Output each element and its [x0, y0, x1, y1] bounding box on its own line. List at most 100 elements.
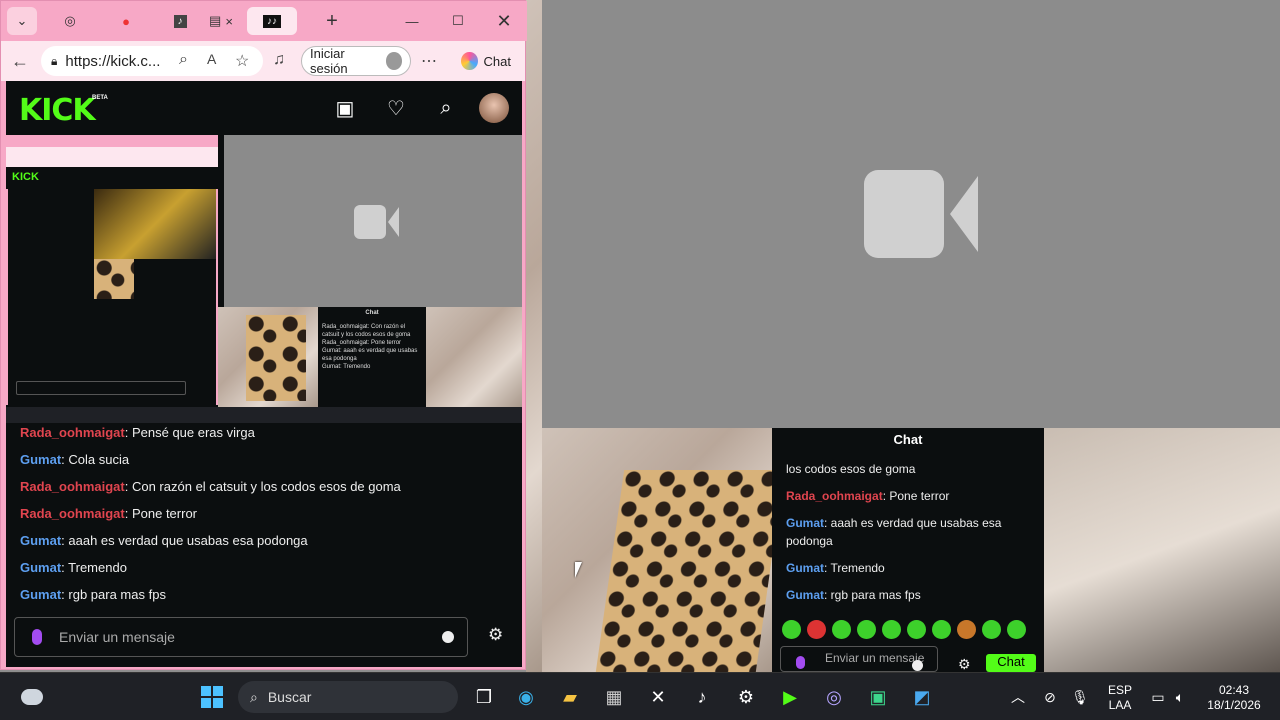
chat-message: Gumat: aaah es verdad que usabas esa pod… [20, 533, 308, 548]
emote-icon[interactable] [982, 620, 1001, 639]
chat-username[interactable]: Gumat [20, 452, 61, 467]
close-window-button[interactable]: ✕ [489, 7, 519, 35]
more-options-icon[interactable]: ⋯ [421, 51, 437, 71]
kick-app-icon[interactable]: ▶ [776, 683, 804, 711]
emote-icon[interactable] [907, 620, 926, 639]
zoom-icon[interactable]: ⌕ [179, 51, 188, 69]
emote-icon[interactable] [932, 620, 951, 639]
chat-text: : Pone terror [124, 506, 198, 521]
desktop: Chat los codos esos de goma Rada_oohmaig… [0, 0, 1280, 720]
following-icon[interactable]: ▣ [332, 95, 358, 121]
emote-icon[interactable] [857, 620, 876, 639]
sign-in-button[interactable]: Iniciar sesión [301, 46, 411, 76]
search-icon[interactable]: ⌕ [433, 95, 459, 121]
url-field[interactable]: 🔒︎ https://kick.c... [41, 46, 263, 76]
microphone-tray-icon[interactable]: 🎙︎ [1066, 683, 1094, 711]
network-off-icon[interactable]: ⊘ [1036, 683, 1064, 711]
right-chat-send-button[interactable]: Chat [986, 654, 1036, 672]
mini-chat-line: Gumat: aaah es verdad que usabas esa pod… [322, 348, 418, 362]
video-camera-lens-icon [950, 176, 978, 252]
task-view-icon[interactable]: ❐ [470, 683, 498, 711]
tab-tiktok[interactable]: ♪ [165, 7, 195, 35]
right-chat-text: los codos esos de goma [786, 462, 916, 476]
discord-icon[interactable]: ▣ [864, 683, 892, 711]
tiktok-icon[interactable]: ♪ [688, 683, 716, 711]
embedded-photo-right [426, 307, 522, 407]
background-photo-left [526, 0, 542, 672]
maximize-button[interactable]: ☐ [443, 7, 473, 35]
user-avatar[interactable] [479, 93, 509, 123]
emote-icon[interactable] [832, 620, 851, 639]
leopard-print-photo [595, 470, 785, 672]
right-chat-settings-icon[interactable]: ⚙ [958, 656, 971, 673]
favorite-star-icon[interactable]: ☆ [235, 51, 249, 71]
paint-icon[interactable]: ◩ [908, 683, 936, 711]
chat-text: : rgb para mas fps [61, 587, 166, 602]
edge-icon[interactable]: ◉ [512, 683, 540, 711]
tab-reddit[interactable]: ● [111, 7, 141, 35]
language-indicator[interactable]: ESP LAA [1104, 683, 1136, 713]
store-icon[interactable]: ▦ [600, 683, 628, 711]
file-explorer-icon[interactable]: ▰ [556, 683, 584, 711]
microphone-icon[interactable] [32, 629, 42, 645]
chat-settings-icon[interactable]: ⚙ [488, 625, 503, 645]
mini-chat-panel: Chat Rada_oohmaigat: Con razón el catsui… [318, 307, 426, 407]
right-chat-username[interactable]: Gumat [786, 561, 824, 575]
x-app-icon[interactable]: ✕ [644, 683, 672, 711]
background-photo-right [1044, 428, 1280, 672]
right-chat-input-placeholder: Enviar un mensaje [825, 651, 925, 665]
emoji-icon[interactable] [442, 631, 454, 643]
heart-icon[interactable]: ♡ [383, 95, 409, 121]
search-icon: ⌕ [250, 688, 258, 705]
chat-input-placeholder: Enviar un mensaje [59, 629, 175, 645]
emote-icon[interactable] [807, 620, 826, 639]
chat-message: Rada_oohmaigat: Pone terror [20, 506, 197, 521]
emote-icon[interactable] [782, 620, 801, 639]
reddit-icon: ● [122, 13, 130, 29]
taskbar: ⌕ Buscar ❐ ◉ ▰ ▦ ✕ ♪ ⚙ ▶ ◎ ▣ ◩ ︿ ⊘ 🎙︎ ES… [0, 672, 1280, 720]
right-chat-mic-icon[interactable] [796, 656, 805, 669]
chat-username[interactable]: Rada_oohmaigat [20, 479, 125, 494]
right-chat-line-2: Gumat: aaah es verdad que usabas esa pod… [786, 514, 1026, 550]
taskbar-search-label: Buscar [267, 689, 312, 705]
copilot-chat-button[interactable]: Chat [453, 46, 519, 76]
right-chat-username[interactable]: Gumat [786, 516, 824, 530]
minimize-button[interactable]: — [397, 7, 427, 35]
chat-username[interactable]: Gumat [20, 533, 61, 548]
nested-screen-capture: KICK [6, 135, 218, 405]
volume-icon[interactable]: 🔈︎ [1166, 683, 1194, 711]
video-camera-icon-large [864, 170, 944, 258]
tab-globe[interactable]: ◎ [55, 7, 85, 35]
emote-icon[interactable] [1007, 620, 1026, 639]
chat-username[interactable]: Gumat [20, 587, 61, 602]
right-chat-emoji-icon[interactable] [912, 660, 923, 671]
read-aloud-icon[interactable]: A [207, 51, 216, 67]
app-badge-icon[interactable]: ⚙ [732, 683, 760, 711]
chat-username[interactable]: Rada_oohmaigat [20, 506, 125, 521]
media-control-icon[interactable]: ♫ [273, 51, 285, 69]
taskbar-search[interactable]: ⌕ Buscar [238, 681, 458, 713]
right-chat-username[interactable]: Rada_oohmaigat [786, 489, 883, 503]
clock[interactable]: 02:43 18/1/2026 [1196, 683, 1272, 713]
globe-icon: ◎ [64, 13, 76, 28]
start-button[interactable] [198, 683, 226, 711]
tab-active[interactable]: ♪♪ [247, 7, 297, 35]
close-icon[interactable]: × [225, 14, 233, 29]
new-tab-button[interactable]: + [317, 7, 347, 35]
weather-icon[interactable] [18, 683, 46, 711]
chat-message-input[interactable]: Enviar un mensaje [14, 617, 468, 657]
tab-list-button[interactable]: ⌄ [7, 7, 37, 35]
mini-chat-line: Rada_oohmaigat: Con razón el catsuit y l… [322, 324, 411, 338]
chat-username[interactable]: Rada_oohmaigat [20, 425, 125, 440]
back-arrow-icon[interactable]: ← [11, 51, 29, 72]
right-chat-line-3: Gumat: Tremendo [786, 559, 1026, 577]
right-chat-username[interactable]: Gumat [786, 588, 824, 602]
emote-icon[interactable] [882, 620, 901, 639]
chat-username[interactable]: Gumat [20, 560, 61, 575]
tab-doc[interactable]: ▤ × [201, 7, 241, 35]
emote-bar [782, 620, 1042, 640]
emote-icon[interactable] [957, 620, 976, 639]
tray-chevron-icon[interactable]: ︿ [1004, 683, 1032, 711]
kick-logo[interactable]: KICK [19, 93, 96, 128]
obs-icon[interactable]: ◎ [820, 683, 848, 711]
